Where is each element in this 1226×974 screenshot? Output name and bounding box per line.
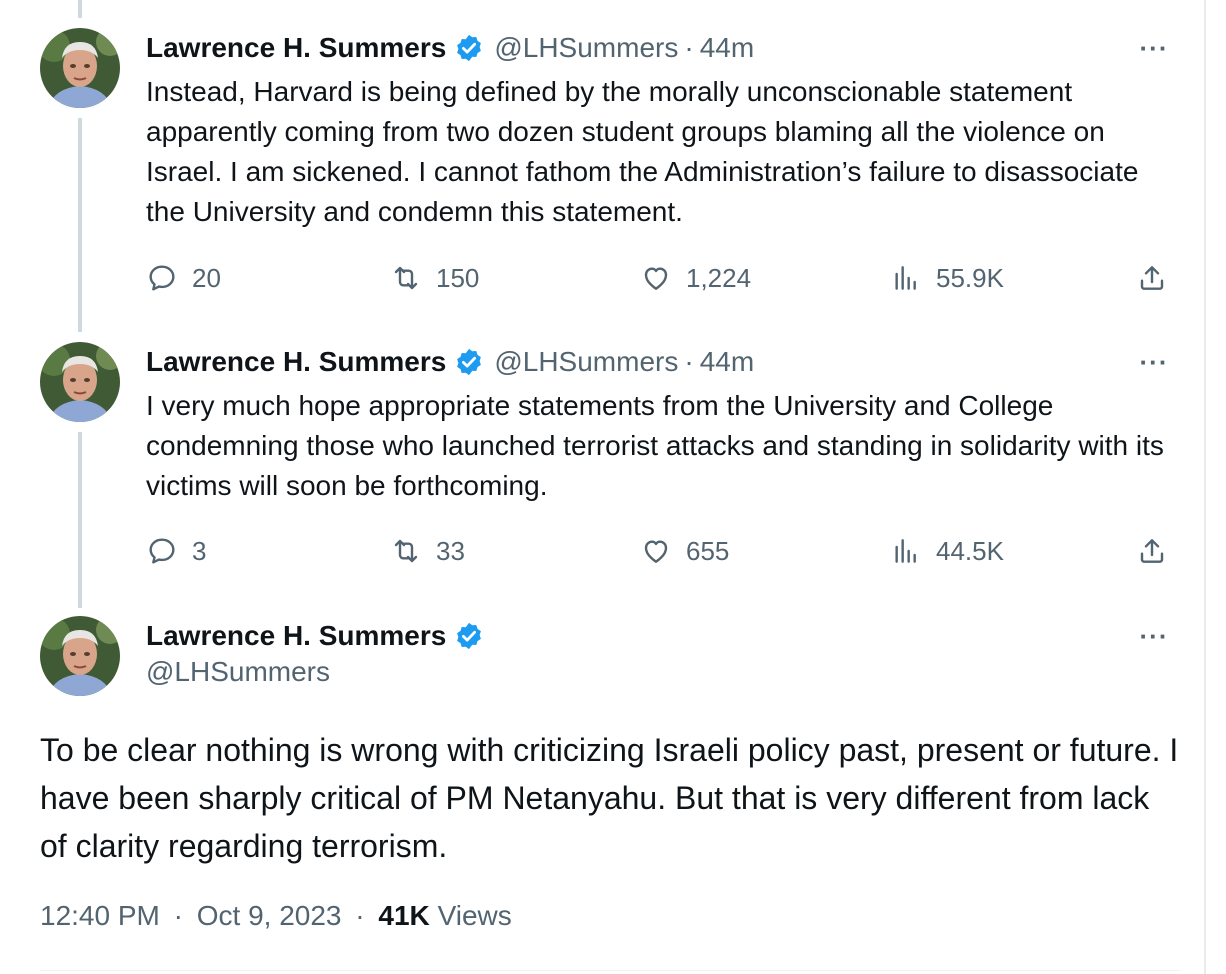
separator-dot: · (173, 900, 183, 931)
reply-count: 20 (192, 262, 221, 293)
avatar[interactable] (40, 342, 120, 422)
repost-count: 33 (436, 535, 465, 566)
share-icon (1136, 535, 1182, 567)
separator-dot: · (684, 346, 694, 377)
author-name[interactable]: Lawrence H. Summers (146, 32, 446, 64)
heart-icon (640, 262, 686, 294)
author-handle[interactable]: @LHSummers (494, 346, 678, 378)
reply-count: 3 (192, 535, 207, 566)
views-button[interactable]: 55.9K (890, 258, 1004, 298)
share-button[interactable] (1136, 531, 1182, 571)
reply-button[interactable]: 3 (146, 531, 206, 571)
views-button[interactable]: 44.5K (890, 531, 1004, 571)
author-handle[interactable]: @LHSummers (146, 656, 330, 688)
repost-count: 150 (436, 262, 480, 293)
tweet-date[interactable]: Oct 9, 2023 (197, 900, 342, 931)
repost-button[interactable]: 33 (390, 531, 465, 571)
share-button[interactable] (1136, 258, 1182, 298)
tweet-text: To be clear nothing is wrong with critic… (40, 732, 1179, 864)
divider (40, 970, 1180, 971)
like-button[interactable]: 655 (640, 531, 729, 571)
like-button[interactable]: 1,224 (640, 258, 751, 298)
tweet-timestamp[interactable]: 44m (700, 346, 754, 378)
views-icon (890, 535, 936, 567)
frame-border (1204, 0, 1206, 974)
author-handle[interactable]: @LHSummers (494, 32, 678, 64)
repost-button[interactable]: 150 (390, 258, 479, 298)
tweet-text: I very much hope appropriate statements … (146, 390, 1164, 501)
reply-icon (146, 535, 192, 567)
verified-badge-icon (454, 33, 484, 63)
heart-icon (640, 535, 686, 567)
tweet-text: Instead, Harvard is being defined by the… (146, 76, 1139, 227)
separator-dot: · (684, 32, 694, 63)
tweet-meta: 12:40 PM · Oct 9, 2023 · 41K Views (40, 900, 512, 932)
like-count: 1,224 (686, 262, 752, 293)
reply-icon (146, 262, 192, 294)
tweet-time[interactable]: 12:40 PM (40, 900, 160, 931)
thread-line (78, 0, 82, 18)
verified-badge-icon (454, 621, 484, 651)
repost-icon (390, 535, 436, 567)
share-icon (1136, 262, 1182, 294)
views-count: 55.9K (936, 262, 1004, 293)
tweet-actions: 20 150 1,224 55.9K (146, 258, 1176, 298)
tweet-actions: 3 33 655 44.5K (146, 531, 1176, 571)
more-icon[interactable]: ··· (1138, 35, 1170, 61)
repost-icon (390, 262, 436, 294)
more-icon[interactable]: ··· (1138, 349, 1170, 375)
views-count: 41K (378, 900, 430, 931)
views-count: 44.5K (936, 535, 1004, 566)
verified-badge-icon (454, 347, 484, 377)
author-name[interactable]: Lawrence H. Summers (146, 620, 446, 652)
thread-line (78, 432, 82, 608)
more-icon[interactable]: ··· (1138, 623, 1170, 649)
tweet-thread: Lawrence H. Summers @LHSummers · 44m ···… (0, 0, 1226, 974)
avatar[interactable] (40, 28, 120, 108)
author-name[interactable]: Lawrence H. Summers (146, 346, 446, 378)
thread-line (78, 118, 82, 332)
avatar[interactable] (40, 616, 120, 696)
tweet-header: Lawrence H. Summers @LHSummers · 44m (146, 28, 754, 68)
views-icon (890, 262, 936, 294)
tweet-header: Lawrence H. Summers @LHSummers · 44m (146, 342, 754, 382)
like-count: 655 (686, 535, 730, 566)
views-label: Views (437, 900, 512, 931)
reply-button[interactable]: 20 (146, 258, 221, 298)
tweet-timestamp[interactable]: 44m (700, 32, 754, 64)
separator-dot: · (355, 900, 365, 931)
tweet-header: Lawrence H. Summers (146, 616, 484, 656)
